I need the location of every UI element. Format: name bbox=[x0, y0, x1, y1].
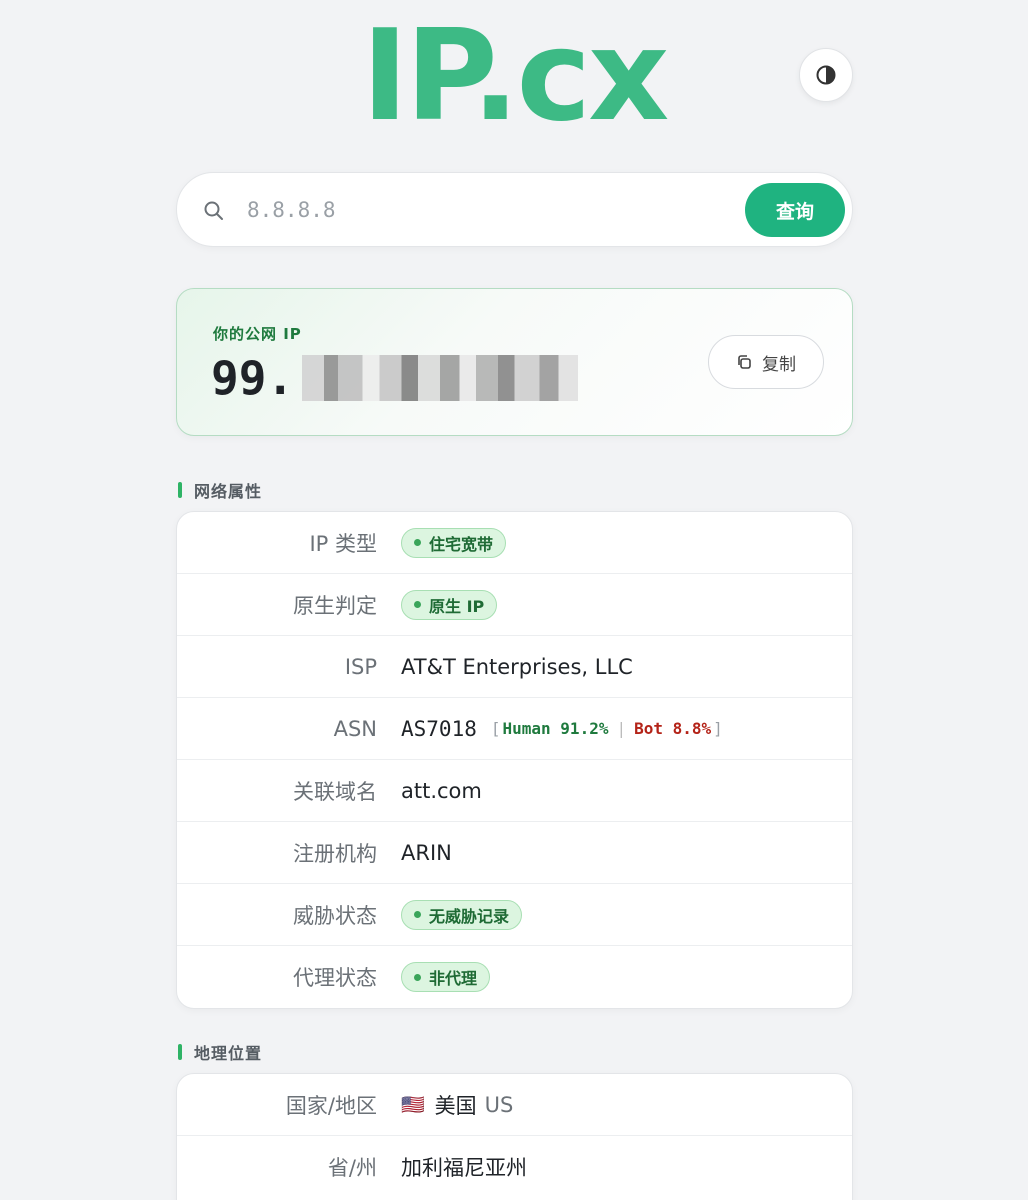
country-value: 美国 bbox=[434, 1093, 477, 1118]
asn-traffic-ratio: [ Human 91.2% | Bot 8.8% ] bbox=[490, 719, 723, 738]
row-state: 省/州 加利福尼亚州 bbox=[177, 1136, 852, 1198]
network-section-title: 网络属性 bbox=[178, 478, 262, 502]
copy-ip-button[interactable]: 复制 bbox=[708, 335, 824, 389]
section-accent-bar bbox=[178, 1044, 182, 1060]
us-flag-icon: 🇺🇸 bbox=[401, 1094, 425, 1116]
native-badge: 原生 IP bbox=[401, 589, 498, 620]
network-panel: IP 类型 住宅宽带 原生判定 原生 IP ISP AT&T Enterpris… bbox=[176, 511, 853, 1009]
public-ip-prefix: 99. bbox=[211, 351, 295, 405]
contrast-icon bbox=[816, 65, 836, 85]
row-ip-type: IP 类型 住宅宽带 bbox=[177, 512, 852, 574]
public-ip-value: 99. bbox=[211, 351, 579, 405]
isp-value: AT&T Enterprises, LLC bbox=[401, 654, 633, 679]
geo-panel: 国家/地区 🇺🇸 美国 US 省/州 加利福尼亚州 bbox=[176, 1073, 853, 1200]
public-ip-card: 你的公网 IP 99. 复制 bbox=[176, 288, 853, 436]
domain-value[interactable]: att.com bbox=[401, 779, 482, 803]
public-ip-label: 你的公网 IP bbox=[213, 325, 302, 343]
row-proxy: 代理状态 非代理 bbox=[177, 946, 852, 1008]
search-input[interactable] bbox=[247, 189, 727, 231]
page: IP.cx 查询 你的公网 IP 99. 复制 网络属性 bbox=[0, 0, 1028, 1200]
row-native: 原生判定 原生 IP bbox=[177, 574, 852, 636]
registry-value: ARIN bbox=[401, 840, 452, 865]
asn-bot-ratio: Bot 8.8% bbox=[634, 719, 712, 738]
state-value: 加利福尼亚州 bbox=[401, 1156, 527, 1180]
asn-value[interactable]: AS7018 bbox=[401, 717, 477, 741]
geo-section-title: 地理位置 bbox=[178, 1040, 262, 1064]
search-icon bbox=[204, 201, 223, 220]
ip-type-badge: 住宅宽带 bbox=[401, 527, 507, 558]
copy-icon bbox=[738, 355, 751, 369]
copy-label: 复制 bbox=[762, 354, 796, 375]
proxy-badge: 非代理 bbox=[401, 962, 491, 992]
country-code: US bbox=[484, 1092, 514, 1117]
theme-toggle-button[interactable] bbox=[799, 48, 853, 102]
search-button[interactable]: 查询 bbox=[745, 183, 845, 237]
ip-redaction-mask bbox=[302, 355, 579, 401]
row-asn: ASN AS7018 [ Human 91.2% | Bot 8.8% ] bbox=[177, 698, 852, 760]
row-country: 国家/地区 🇺🇸 美国 US bbox=[177, 1074, 852, 1136]
threat-badge: 无威胁记录 bbox=[401, 899, 523, 930]
section-accent-bar bbox=[178, 482, 182, 498]
search-bar: 查询 bbox=[176, 172, 853, 247]
row-threat: 威胁状态 无威胁记录 bbox=[177, 884, 852, 946]
row-registry: 注册机构 ARIN bbox=[177, 822, 852, 884]
site-logo[interactable]: IP.cx bbox=[0, 6, 1028, 146]
row-isp: ISP AT&T Enterprises, LLC bbox=[177, 636, 852, 698]
asn-human-ratio: Human 91.2% bbox=[502, 719, 609, 738]
row-domain: 关联域名 att.com bbox=[177, 760, 852, 822]
